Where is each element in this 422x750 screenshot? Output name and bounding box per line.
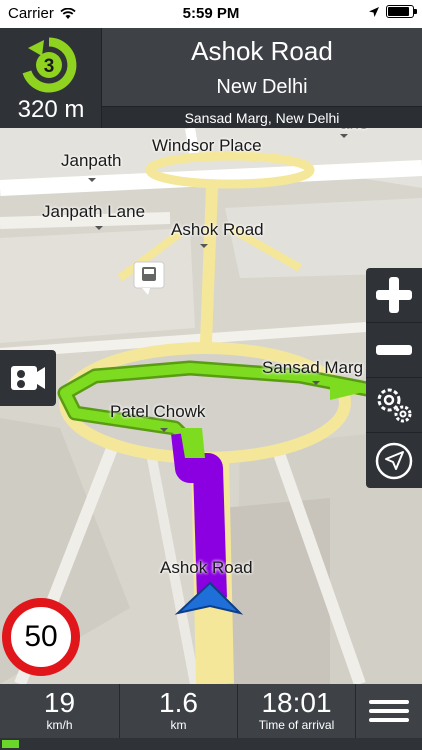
map-label-lane-fragment: ane <box>340 128 368 134</box>
turn-distance: 320 m <box>17 96 85 123</box>
clock: 5:59 PM <box>182 5 240 22</box>
current-city: New Delhi <box>216 76 308 98</box>
plus-icon <box>376 277 412 313</box>
speed-limit-value: 50 <box>24 620 58 653</box>
zoom-in-button[interactable] <box>366 268 422 323</box>
compass-button[interactable] <box>366 433 422 488</box>
current-street: Ashok Road <box>191 36 333 66</box>
speed-camera-button[interactable] <box>0 350 56 406</box>
arrival-unit: Time of arrival <box>258 718 335 732</box>
distance-panel[interactable]: 1.6 km <box>120 684 238 738</box>
roundabout-turn-icon: 3 <box>22 37 77 93</box>
speed-value: 19 <box>43 687 76 718</box>
settings-button[interactable] <box>366 378 422 433</box>
trip-info-bar: 19 km/h 1.6 km 18:01 Time of arrival <box>0 684 422 738</box>
speed-camera-icon <box>11 366 45 390</box>
speed-panel[interactable]: 19 km/h <box>0 684 120 738</box>
map-label-sansad-marg: Sansad Marg <box>262 358 364 377</box>
map-label-patel-chowk: Patel Chowk <box>110 402 206 421</box>
map-label-ashok-road-bottom: Ashok Road <box>160 558 253 577</box>
map-label-windsor-place: Windsor Place <box>152 136 262 155</box>
location-arrow-icon <box>369 6 379 17</box>
map-label-janpath-lane: Janpath Lane <box>42 202 146 221</box>
speed-unit: km/h <box>46 718 73 732</box>
next-street: Sansad Marg, New Delhi <box>102 106 422 128</box>
hamburger-menu-icon <box>369 700 409 722</box>
map-controls <box>366 268 422 488</box>
gears-icon <box>377 388 412 423</box>
svg-text:3: 3 <box>44 56 55 77</box>
status-bar: Carrier 5:59 PM <box>0 0 422 28</box>
turn-instruction[interactable]: 3 320 m <box>0 28 102 128</box>
route-progress-fill <box>2 740 19 748</box>
distance-unit: km <box>170 718 187 732</box>
battery-icon <box>386 5 417 18</box>
arrival-value: 18:01 <box>261 687 332 718</box>
status-right <box>368 5 417 18</box>
map-label-ashok-road-top: Ashok Road <box>171 220 264 239</box>
minus-icon <box>376 345 412 355</box>
route-progress-bar <box>0 738 422 750</box>
menu-button[interactable] <box>356 684 422 738</box>
map-view[interactable]: Windsor Place ane Janpath Janpath Lane A… <box>0 128 422 684</box>
arrival-panel[interactable]: 18:01 Time of arrival <box>238 684 356 738</box>
speed-limit-sign: 50 <box>2 598 80 676</box>
map-label-janpath: Janpath <box>61 151 122 170</box>
distance-value: 1.6 <box>159 687 198 718</box>
navigation-header: 3 320 m Ashok Road New Delhi Sansad Marg… <box>0 28 422 128</box>
compass-icon <box>375 442 413 479</box>
zoom-out-button[interactable] <box>366 323 422 378</box>
